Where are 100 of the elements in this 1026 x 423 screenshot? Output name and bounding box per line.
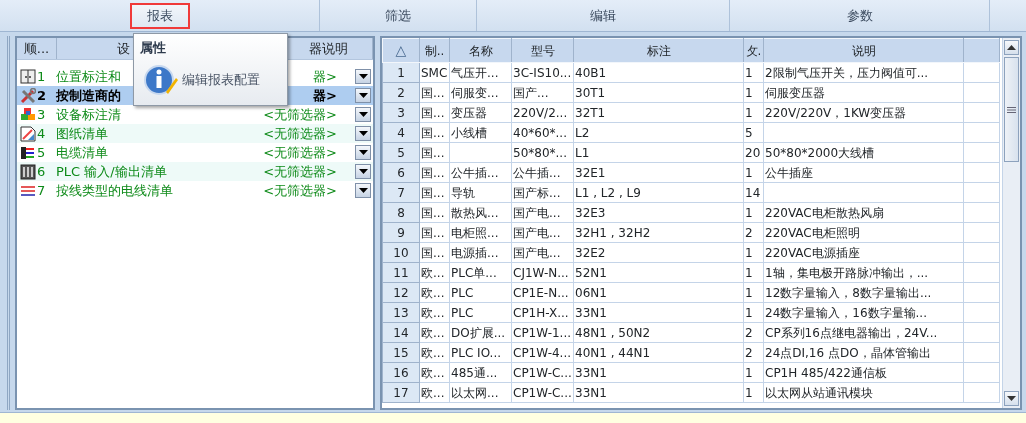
column-header[interactable]: 顺... bbox=[17, 38, 57, 59]
table-cell: 国... bbox=[421, 185, 445, 200]
dropdown-button[interactable] bbox=[355, 126, 371, 141]
menu-item[interactable]: 编辑报表配置 bbox=[140, 61, 281, 98]
filter-label: 器> bbox=[313, 67, 337, 86]
filter-label: 器> bbox=[313, 86, 337, 105]
table-cell: 30T1 bbox=[575, 85, 606, 100]
row-number: 9 bbox=[382, 222, 420, 243]
table-cell: 3C-IS10... bbox=[513, 65, 572, 80]
table-cell: 欧... bbox=[421, 345, 445, 360]
table-cell: 国产电... bbox=[513, 225, 561, 240]
table-cell: 40B1 bbox=[575, 65, 607, 80]
table-cell: 220VAC电柜照明 bbox=[765, 225, 860, 240]
row-number: 1 bbox=[382, 62, 420, 83]
table-cell: 40N1 , 44N1 bbox=[575, 345, 651, 360]
ribbon-tab[interactable]: 参数 bbox=[829, 2, 890, 29]
report-name[interactable]: 位置标注和 bbox=[56, 66, 121, 87]
row-number: 13 bbox=[382, 302, 420, 323]
column-header[interactable]: 制.. bbox=[419, 38, 450, 63]
table-cell: CJ1W-N... bbox=[513, 265, 569, 280]
column-header[interactable]: 攵. bbox=[743, 38, 764, 63]
report-name[interactable]: 设备标注清 bbox=[56, 104, 121, 125]
column-header[interactable]: 标注 bbox=[573, 38, 744, 63]
dropdown-button[interactable] bbox=[355, 107, 371, 122]
table-cell: 气压开... bbox=[451, 65, 499, 80]
sort-button[interactable]: △ bbox=[382, 38, 420, 63]
table-cell: 24数字量输入，16数字量输... bbox=[765, 305, 927, 320]
table-cell: 32T1 bbox=[575, 105, 606, 120]
table-cell: CP1W-C... bbox=[513, 385, 572, 400]
ribbon-tab[interactable]: 报表 bbox=[129, 2, 190, 29]
cable-icon bbox=[20, 144, 36, 161]
ribbon-tab[interactable]: 筛选 bbox=[368, 2, 428, 29]
table-cell: 33N1 bbox=[575, 365, 607, 380]
table-cell: 欧... bbox=[421, 325, 445, 340]
scroll-up-icon[interactable] bbox=[1004, 40, 1019, 55]
dropdown-button[interactable] bbox=[355, 183, 371, 198]
report-name[interactable]: 图纸清单 bbox=[56, 123, 108, 144]
table-cell: 1 bbox=[745, 305, 753, 320]
table-cell: 国... bbox=[421, 105, 445, 120]
table-cell: 5 bbox=[745, 125, 753, 140]
dropdown-button[interactable] bbox=[355, 164, 371, 179]
table-cell: L1 , L2 , L9 bbox=[575, 185, 641, 200]
cabinet-icon bbox=[20, 68, 36, 85]
pencil-sheet-icon bbox=[20, 125, 36, 142]
caret-icon bbox=[358, 169, 368, 174]
scroll-thumb[interactable] bbox=[1004, 57, 1019, 162]
table-cell: 国... bbox=[421, 85, 445, 100]
cubes-icon bbox=[20, 106, 36, 123]
table-cell: CP1W-1... bbox=[513, 325, 572, 340]
scroll-down-icon[interactable] bbox=[1004, 391, 1019, 406]
report-name[interactable]: PLC 输入/输出清单 bbox=[56, 161, 167, 182]
caret-icon bbox=[358, 112, 368, 117]
table-cell: CP1H-X... bbox=[513, 305, 569, 320]
ribbon-tab[interactable]: 编辑 bbox=[573, 2, 633, 29]
column-header[interactable]: 说明 bbox=[763, 38, 964, 63]
table-cell: 50*80*2000大线槽 bbox=[765, 145, 875, 160]
table-cell: 电源插... bbox=[451, 245, 499, 260]
table-cell: 公牛插... bbox=[513, 165, 561, 180]
table-cell: 06N1 bbox=[575, 285, 607, 300]
table-cell: 14 bbox=[745, 185, 761, 200]
table-cell: 以太网... bbox=[451, 385, 499, 400]
dropdown-button[interactable] bbox=[355, 145, 371, 160]
report-name[interactable]: 按制造商的 bbox=[56, 85, 121, 106]
filter-label: <无筛选器> bbox=[263, 124, 337, 143]
table-cell: 国... bbox=[421, 125, 445, 140]
table-cell: 国... bbox=[421, 165, 445, 180]
report-name[interactable]: 按线类型的电线清单 bbox=[56, 180, 173, 201]
table-cell: 欧... bbox=[421, 285, 445, 300]
table-cell: 小线槽 bbox=[451, 125, 487, 140]
table-cell: 导轨 bbox=[451, 185, 475, 200]
filter-label: <无筛选器> bbox=[263, 181, 337, 200]
caret-icon bbox=[358, 74, 368, 79]
table-cell: 33N1 bbox=[575, 385, 607, 400]
table-cell: CP1H 485/422通信板 bbox=[765, 365, 887, 380]
report-name[interactable]: 电缆清单 bbox=[56, 142, 108, 163]
dropdown-button[interactable] bbox=[355, 69, 371, 84]
column-header[interactable]: 型号 bbox=[511, 38, 574, 63]
table-cell: 国... bbox=[421, 245, 445, 260]
table-cell: L1 bbox=[575, 145, 590, 160]
table-cell: PLC单... bbox=[451, 265, 497, 280]
table-cell: 散热风... bbox=[451, 205, 499, 220]
table-cell: 欧... bbox=[421, 365, 445, 380]
table-cell: 32H1 , 32H2 bbox=[575, 225, 651, 240]
table-cell: 485通... bbox=[451, 365, 498, 380]
table-cell: CP1E-N... bbox=[513, 285, 569, 300]
dropdown-button[interactable] bbox=[355, 88, 371, 103]
table-cell: 欧... bbox=[421, 265, 445, 280]
row-number: 7 bbox=[37, 181, 47, 200]
table-cell: CP1W-C... bbox=[513, 365, 572, 380]
scrollbar[interactable] bbox=[1002, 38, 1020, 408]
row-number: 15 bbox=[382, 342, 420, 363]
row-number: 6 bbox=[37, 162, 47, 181]
table-cell: 以太网从站通讯模块 bbox=[765, 385, 873, 400]
row-number: 12 bbox=[382, 282, 420, 303]
table-cell: 32E3 bbox=[575, 205, 606, 220]
table-cell: 公牛插... bbox=[451, 165, 499, 180]
column-header[interactable]: 名称 bbox=[449, 38, 512, 63]
row-number: 2 bbox=[382, 82, 420, 103]
table-cell: 国产标... bbox=[513, 185, 561, 200]
caret-icon bbox=[358, 93, 368, 98]
